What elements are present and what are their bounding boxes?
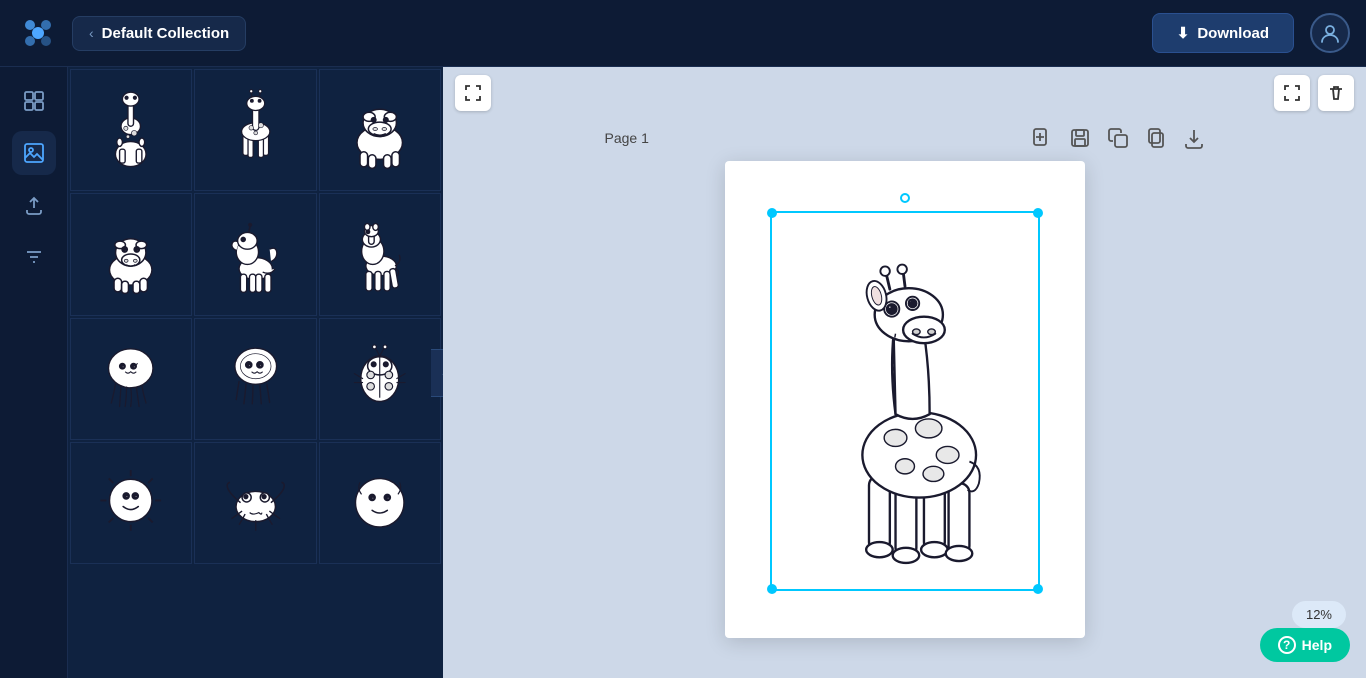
breadcrumb-back-icon: ‹ [89, 25, 94, 41]
help-label: Help [1302, 637, 1332, 653]
download-label: Download [1197, 25, 1269, 42]
asset-cell-ladybug[interactable] [319, 318, 441, 440]
app-header: ‹ Default Collection ⬇ Download [0, 0, 1366, 67]
copy-page-button[interactable] [1107, 127, 1129, 149]
selection-handle-tl [767, 208, 777, 218]
sidebar-item-filters[interactable] [12, 235, 56, 279]
sidebar-item-images[interactable] [12, 131, 56, 175]
asset-cell-crab[interactable] [194, 442, 316, 564]
breadcrumb[interactable]: ‹ Default Collection [72, 16, 246, 51]
page-actions [1031, 127, 1205, 149]
download-button[interactable]: ⬇ Download [1152, 13, 1294, 53]
sidebar-item-grid[interactable] [12, 79, 56, 123]
breadcrumb-collection-name: Default Collection [102, 25, 230, 42]
selection-handle-bl [767, 584, 777, 594]
asset-cell-unicorn[interactable] [194, 193, 316, 315]
asset-cell-hippo2[interactable] [70, 193, 192, 315]
download-icon: ⬇ [1177, 24, 1190, 42]
selection-handle-br [1033, 584, 1043, 594]
selection-handle-top [900, 193, 910, 203]
save-page-button[interactable] [1069, 127, 1091, 149]
sidebar-icons [0, 67, 68, 678]
trash-button[interactable] [1318, 75, 1354, 111]
page-label: Page 1 [605, 130, 649, 146]
canvas-content: Page 1 [443, 119, 1366, 678]
help-button[interactable]: ? Help [1260, 628, 1350, 662]
asset-panel: ‹ [68, 67, 443, 678]
main-layout: ‹ [0, 67, 1366, 678]
asset-cell-giraffe-sitting[interactable] [70, 69, 192, 191]
canvas-toolbar [443, 67, 1366, 119]
zoom-percent: 12% [1306, 607, 1332, 622]
fit-view-button[interactable] [1274, 75, 1310, 111]
app-logo [16, 11, 60, 55]
asset-cell-giraffe-standing[interactable] [194, 69, 316, 191]
canvas-page[interactable] [725, 161, 1085, 638]
sidebar-item-upload[interactable] [12, 183, 56, 227]
page-header: Page 1 [605, 127, 1205, 149]
selection-handle-tr [1033, 208, 1043, 218]
user-avatar-button[interactable] [1310, 13, 1350, 53]
canvas-area: Page 1 [443, 67, 1366, 678]
download-page-button[interactable] [1183, 127, 1205, 149]
panel-collapse-button[interactable]: ‹ [431, 349, 443, 397]
asset-cell-hippo[interactable] [319, 69, 441, 191]
add-page-button[interactable] [1031, 127, 1053, 149]
asset-cell-horse[interactable] [319, 193, 441, 315]
canvas-top-right-tools [1274, 75, 1354, 111]
asset-grid-scroll[interactable] [68, 67, 443, 678]
asset-cell-unknown[interactable] [319, 442, 441, 564]
asset-cell-jellyfish2[interactable] [194, 318, 316, 440]
duplicate-page-button[interactable] [1145, 127, 1167, 149]
asset-cell-jellyfish1[interactable] [70, 318, 192, 440]
zoom-badge: 12% [1292, 601, 1346, 628]
expand-button[interactable] [455, 75, 491, 111]
giraffe-illustration [795, 220, 1015, 580]
asset-grid [68, 67, 443, 566]
asset-cell-sun[interactable] [70, 442, 192, 564]
help-icon: ? [1278, 636, 1296, 654]
